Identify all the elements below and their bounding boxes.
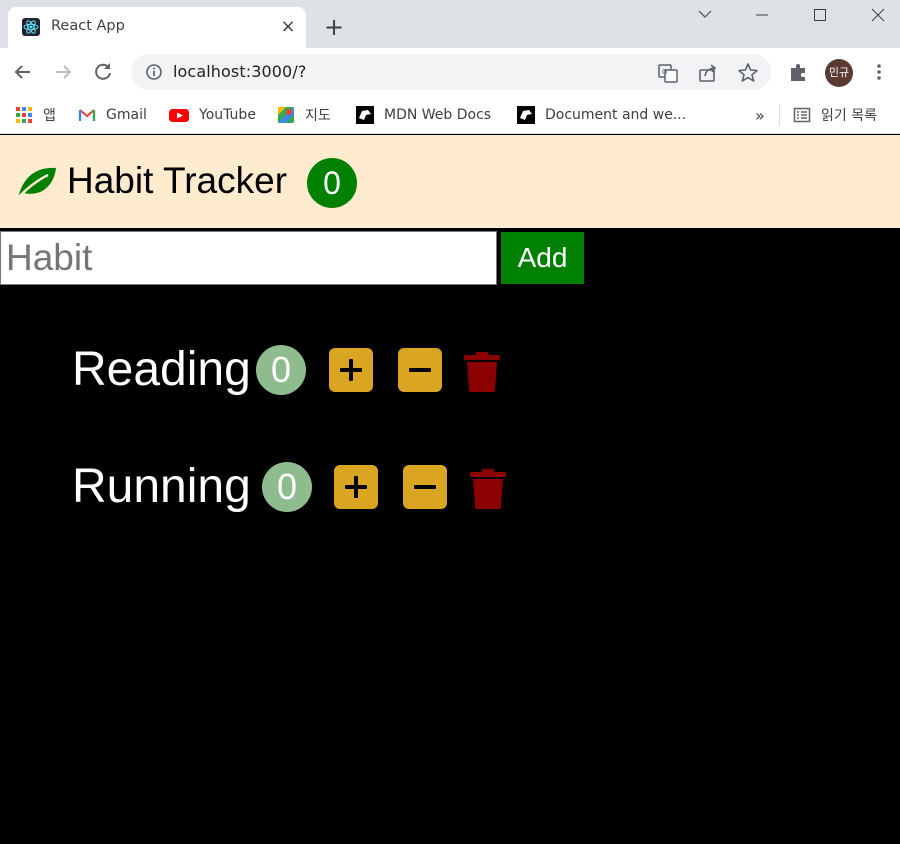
bookmark-apps[interactable]: 앱 [15,102,56,128]
mdn-icon [517,106,535,124]
site-info-icon[interactable] [145,63,163,81]
increase-button[interactable] [334,465,378,509]
minus-icon [414,485,436,489]
bookmarks-divider [779,104,780,126]
leaf-icon [15,167,56,201]
app-navbar: Habit Tracker 0 [0,135,900,228]
browser-toolbar: localhost:3000/? G 민규 [0,48,900,96]
tab-title: React App [51,18,125,34]
react-icon [22,18,40,36]
apps-grid-icon [16,107,32,123]
url-text[interactable]: localhost:3000/? [173,62,306,81]
bookmark-maps[interactable]: 지도 [277,102,331,128]
minus-icon [409,368,431,372]
trash-icon [464,352,500,392]
bookmark-label: YouTube [199,107,256,123]
address-bar[interactable]: localhost:3000/? G [131,54,771,90]
svg-text:G: G [662,68,667,76]
trash-icon [470,469,506,509]
youtube-icon [169,109,189,122]
plus-icon [340,359,362,381]
bookmark-document[interactable]: Document and we... [517,102,686,128]
profile-avatar[interactable]: 민규 [825,59,853,87]
browser-tab[interactable]: React App × [8,7,306,48]
plus-icon [345,476,367,498]
increase-button[interactable] [329,348,373,392]
bookmark-label: 앱 [43,108,56,124]
bookmark-label: 지도 [305,108,331,124]
tab-strip: React App × + [0,0,900,48]
add-button[interactable]: Add [501,232,584,284]
reading-list-icon [793,107,811,123]
bookmark-mdn[interactable]: MDN Web Docs [356,102,491,128]
habit-name: Running [72,460,251,513]
bookmark-label: Gmail [106,107,147,123]
habit-count-badge: 0 [256,345,306,395]
bookmarks-bar: 앱 Gmail YouTube 지도 MDN Web Docs Document… [0,96,900,134]
bookmark-gmail[interactable]: Gmail [78,102,147,128]
bookmarks-overflow[interactable]: » [755,102,765,128]
maximize-icon[interactable] [800,2,840,28]
new-tab-button[interactable]: + [322,13,346,41]
delete-button[interactable] [462,348,502,392]
bookmark-star-icon[interactable] [737,62,759,84]
add-habit-form: Add [0,228,900,288]
close-window-icon[interactable] [858,2,898,28]
decrease-button[interactable] [403,465,447,509]
close-tab-icon[interactable]: × [278,15,298,39]
reload-icon[interactable] [89,58,117,86]
minimize-icon[interactable] [742,2,782,28]
total-count-badge: 0 [307,158,357,208]
app-title: Habit Tracker [67,160,288,201]
menu-kebab-icon[interactable] [865,58,893,86]
delete-button[interactable] [468,465,508,509]
bookmark-label: MDN Web Docs [384,107,492,123]
bookmark-label: Document and we... [545,107,687,123]
habit-count-badge: 0 [262,462,312,512]
reading-list[interactable]: 읽기 목록 [793,102,877,128]
decrease-button[interactable] [398,348,442,392]
gmail-icon [78,109,96,121]
back-icon[interactable] [9,58,37,86]
extensions-icon[interactable] [785,58,813,86]
bookmark-youtube[interactable]: YouTube [169,102,256,128]
tab-search-icon[interactable] [685,2,725,28]
habit-name: Reading [72,343,251,396]
maps-icon [278,107,294,123]
habit-input[interactable] [0,231,497,285]
translate-icon[interactable]: G [657,62,679,84]
forward-icon[interactable] [49,58,77,86]
share-icon[interactable] [697,62,719,84]
mdn-icon [356,106,374,124]
reading-list-label: 읽기 목록 [821,108,877,124]
